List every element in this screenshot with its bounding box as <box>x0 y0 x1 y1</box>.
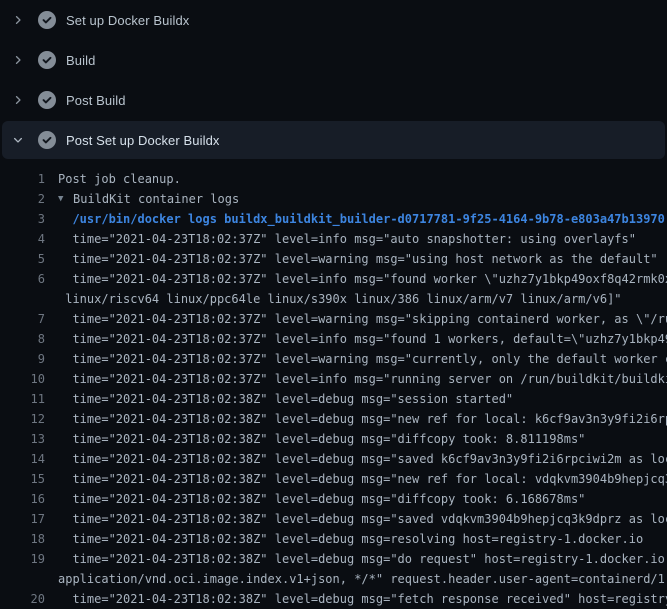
check-circle-icon <box>38 91 56 109</box>
check-circle-icon <box>38 131 56 149</box>
line-number[interactable]: 19 <box>0 549 45 569</box>
log-text: time="2021-04-23T18:02:37Z" level=info m… <box>58 329 667 349</box>
step-row-set-up-docker-buildx[interactable]: Set up Docker Buildx <box>0 0 667 40</box>
line-number[interactable]: 14 <box>0 449 45 469</box>
log-group-toggle-icon[interactable]: ▼ <box>58 189 73 209</box>
line-number[interactable]: 7 <box>0 309 45 329</box>
log-text: time="2021-04-23T18:02:37Z" level=info m… <box>58 229 636 249</box>
line-number[interactable]: 12 <box>0 409 45 429</box>
line-number[interactable]: 18 <box>0 529 45 549</box>
line-number[interactable]: 4 <box>0 229 45 249</box>
log-area: 1 Post job cleanup. 2 ▼BuildKit container l… <box>0 160 667 609</box>
chevron-right-icon <box>11 53 25 67</box>
log-text: time="2021-04-23T18:02:38Z" level=debug … <box>58 509 667 529</box>
chevron-right-icon <box>11 93 25 107</box>
chevron-down-icon <box>11 133 25 147</box>
log-line: 6 time="2021-04-23T18:02:37Z" level=info… <box>0 269 667 289</box>
line-number[interactable]: 17 <box>0 509 45 529</box>
log-text: time="2021-04-23T18:02:38Z" level=debug … <box>58 429 585 449</box>
log-line: 1 Post job cleanup. <box>0 169 667 189</box>
step-row-build[interactable]: Build <box>0 40 667 80</box>
log-text: BuildKit container logs <box>73 189 239 209</box>
log-line: 19 time="2021-04-23T18:02:38Z" level=deb… <box>0 549 667 569</box>
log-text: time="2021-04-23T18:02:37Z" level=warnin… <box>58 309 667 329</box>
log-line: 14 time="2021-04-23T18:02:38Z" level=deb… <box>0 449 667 469</box>
log-line: 18 time="2021-04-23T18:02:38Z" level=deb… <box>0 529 667 549</box>
step-label: Build <box>66 53 95 68</box>
log-text: time="2021-04-23T18:02:38Z" level=debug … <box>58 389 513 409</box>
log-text: time="2021-04-23T18:02:38Z" level=debug … <box>58 589 667 609</box>
log-line-continuation: linux/riscv64 linux/ppc64le linux/s390x … <box>0 289 667 309</box>
log-line-continuation: application/vnd.oci.image.index.v1+json,… <box>0 569 667 589</box>
log-line: 13 time="2021-04-23T18:02:38Z" level=deb… <box>0 429 667 449</box>
check-circle-icon <box>38 51 56 69</box>
line-number[interactable]: 11 <box>0 389 45 409</box>
log-line: 12 time="2021-04-23T18:02:38Z" level=deb… <box>0 409 667 429</box>
log-text: application/vnd.oci.image.index.v1+json,… <box>58 569 667 589</box>
line-number[interactable]: 8 <box>0 329 45 349</box>
log-line: 5 time="2021-04-23T18:02:37Z" level=warn… <box>0 249 667 269</box>
line-number[interactable]: 6 <box>0 269 45 289</box>
log-line: 15 time="2021-04-23T18:02:38Z" level=deb… <box>0 469 667 489</box>
log-text: time="2021-04-23T18:02:37Z" level=info m… <box>58 269 667 289</box>
line-number[interactable]: 16 <box>0 489 45 509</box>
log-command-text: /usr/bin/docker logs buildx_buildkit_bui… <box>58 209 665 229</box>
log-text: time="2021-04-23T18:02:38Z" level=debug … <box>58 449 667 469</box>
step-label: Post Set up Docker Buildx <box>66 133 220 148</box>
log-text: time="2021-04-23T18:02:38Z" level=debug … <box>58 489 585 509</box>
log-text: time="2021-04-23T18:02:38Z" level=debug … <box>58 549 667 569</box>
log-line: 4 time="2021-04-23T18:02:37Z" level=info… <box>0 229 667 249</box>
step-row-post-build[interactable]: Post Build <box>0 80 667 120</box>
line-number[interactable]: 20 <box>0 589 45 609</box>
line-number[interactable]: 13 <box>0 429 45 449</box>
log-text: time="2021-04-23T18:02:38Z" level=debug … <box>58 469 667 489</box>
log-line: 11 time="2021-04-23T18:02:38Z" level=deb… <box>0 389 667 409</box>
line-number[interactable]: 3 <box>0 209 45 229</box>
log-line: 20 time="2021-04-23T18:02:38Z" level=deb… <box>0 589 667 609</box>
line-number[interactable]: 15 <box>0 469 45 489</box>
log-line: 2 ▼BuildKit container logs <box>0 189 667 209</box>
check-circle-icon <box>38 11 56 29</box>
log-line: 10 time="2021-04-23T18:02:37Z" level=inf… <box>0 369 667 389</box>
log-line: 7 time="2021-04-23T18:02:37Z" level=warn… <box>0 309 667 329</box>
step-row-post-set-up-docker-buildx[interactable]: Post Set up Docker Buildx <box>2 121 665 159</box>
log-line: 16 time="2021-04-23T18:02:38Z" level=deb… <box>0 489 667 509</box>
log-text: time="2021-04-23T18:02:38Z" level=debug … <box>58 409 667 429</box>
step-label: Post Build <box>66 93 126 108</box>
chevron-right-icon <box>11 13 25 27</box>
log-text: Post job cleanup. <box>58 169 181 189</box>
line-number <box>0 569 45 589</box>
log-text: time="2021-04-23T18:02:37Z" level=warnin… <box>58 349 667 369</box>
log-line: 8 time="2021-04-23T18:02:37Z" level=info… <box>0 329 667 349</box>
log-line: 9 time="2021-04-23T18:02:37Z" level=warn… <box>0 349 667 369</box>
actions-log-viewer: Set up Docker Buildx Build Post Build Post … <box>0 0 667 609</box>
log-text: time="2021-04-23T18:02:37Z" level=info m… <box>58 369 667 389</box>
step-label: Set up Docker Buildx <box>66 13 189 28</box>
line-number[interactable]: 9 <box>0 349 45 369</box>
line-number[interactable]: 10 <box>0 369 45 389</box>
line-number[interactable]: 2 <box>0 189 45 209</box>
line-number[interactable]: 1 <box>0 169 45 189</box>
log-text: time="2021-04-23T18:02:37Z" level=warnin… <box>58 249 658 269</box>
steps-list: Set up Docker Buildx Build Post Build Post … <box>0 0 667 159</box>
line-number[interactable]: 5 <box>0 249 45 269</box>
log-line: 3 /usr/bin/docker logs buildx_buildkit_b… <box>0 209 667 229</box>
log-text: time="2021-04-23T18:02:38Z" level=debug … <box>58 529 643 549</box>
log-text: linux/riscv64 linux/ppc64le linux/s390x … <box>58 289 622 309</box>
line-number <box>0 289 45 309</box>
log-line: 17 time="2021-04-23T18:02:38Z" level=deb… <box>0 509 667 529</box>
